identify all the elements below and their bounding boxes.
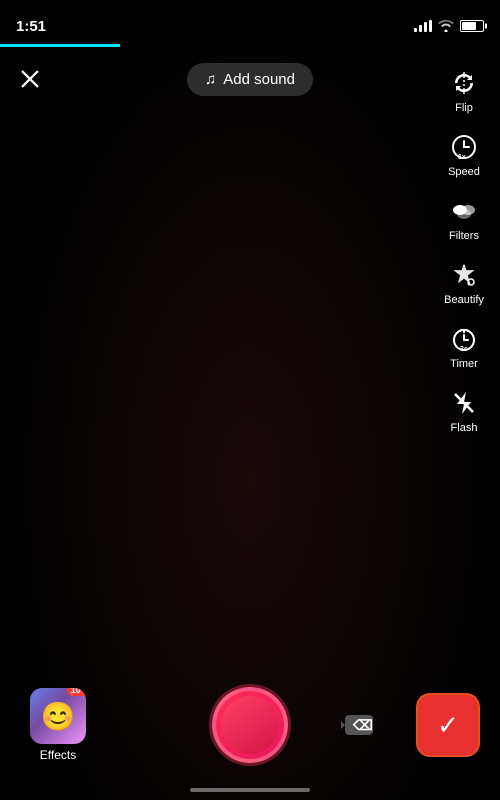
effects-badge: 10+ [67,688,86,696]
timer-icon: 3s [447,322,481,356]
speed-button[interactable]: 1x Speed [438,124,490,184]
flash-label: Flash [451,422,478,434]
beautify-label: Beautify [444,294,484,306]
beautify-icon [447,258,481,292]
add-sound-button[interactable]: ♫ Add sound [187,63,313,96]
flash-icon [447,386,481,420]
wifi-icon [438,20,454,32]
add-sound-label: Add sound [223,71,295,88]
svg-text:1x: 1x [458,154,466,161]
svg-text:3s: 3s [460,346,468,353]
battery-icon [460,20,484,32]
timer-button[interactable]: 3s Timer [438,316,490,376]
beautify-button[interactable]: Beautify [438,252,490,312]
effects-label: Effects [40,748,76,762]
home-indicator [190,788,310,792]
speed-icon: 1x [447,130,481,164]
checkmark-icon: ✓ [437,710,459,741]
flip-button[interactable]: Flip [438,60,490,120]
filters-button[interactable]: Filters [438,188,490,248]
bottom-bar: 😊 10+ Effects ⌫ ✓ [0,680,500,770]
effects-thumbnail: 😊 10+ [30,688,86,744]
close-button[interactable] [12,61,48,97]
signal-icon [414,20,432,32]
record-button[interactable] [212,687,288,763]
flash-button[interactable]: Flash [438,380,490,440]
right-toolbar: Flip 1x Speed Filters [438,60,490,440]
confirm-button[interactable]: ✓ [416,693,480,757]
delete-clip-button[interactable]: ⌫ [338,704,380,746]
speed-label: Speed [448,166,480,178]
top-controls-bar: ♫ Add sound [0,54,500,104]
effects-button[interactable]: 😊 10+ Effects [30,688,86,762]
timer-label: Timer [450,358,478,370]
flip-icon [447,66,481,100]
svg-text:⌫: ⌫ [352,717,373,733]
status-bar: 1:51 [0,0,500,44]
filters-label: Filters [449,230,479,242]
status-icons [414,20,484,32]
status-time: 1:51 [16,18,46,35]
music-note-icon: ♫ [205,71,216,88]
flip-label: Flip [455,102,473,114]
delete-icon: ⌫ [341,711,377,739]
filters-icon [447,194,481,228]
recording-progress-bar [0,44,120,47]
